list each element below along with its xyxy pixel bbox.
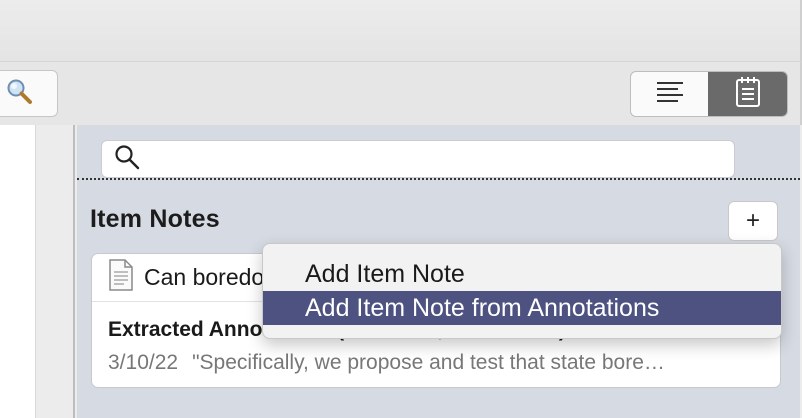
notes-search-field[interactable]	[101, 140, 735, 178]
add-note-button[interactable]: +	[728, 201, 778, 241]
add-note-context-menu: Add Item Note Add Item Note from Annotat…	[262, 243, 782, 339]
note-meta: 3/10/22 "Specifically, we propose and tes…	[108, 351, 665, 375]
search-icon	[114, 144, 140, 175]
magnifier-icon	[5, 77, 33, 110]
item-pane-view-button[interactable]	[631, 72, 708, 116]
search-button[interactable]	[0, 70, 58, 117]
menu-item-add-item-note-from-annotations[interactable]: Add Item Note from Annotations	[263, 291, 781, 325]
note-preview: "Specifically, we propose and test that …	[192, 351, 665, 374]
pane-splitter[interactable]	[36, 125, 75, 418]
note-date: 3/10/22	[108, 351, 179, 374]
pane-view-toggle	[630, 71, 788, 117]
lines-icon	[656, 80, 684, 109]
notepad-icon	[734, 76, 762, 113]
item-notes-heading: Item Notes	[90, 205, 220, 233]
separator	[77, 178, 800, 180]
window-titlebar	[0, 0, 802, 62]
notes-pane-view-button[interactable]	[708, 72, 787, 116]
document-icon	[108, 259, 134, 296]
menu-item-add-item-note[interactable]: Add Item Note	[263, 257, 781, 291]
item-list-pane	[0, 125, 36, 418]
toolbar	[0, 62, 802, 125]
